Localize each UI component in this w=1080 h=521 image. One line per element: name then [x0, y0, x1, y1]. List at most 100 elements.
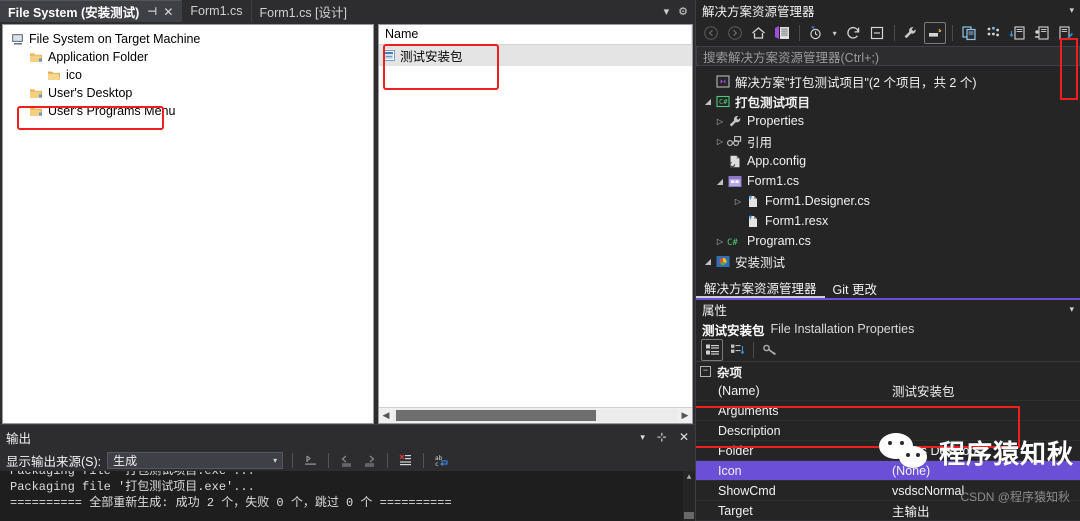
column-header-name[interactable]: Name: [379, 25, 692, 44]
scroll-up-icon[interactable]: ▲: [683, 471, 695, 482]
property-name: Icon: [718, 463, 742, 478]
forward-icon[interactable]: [725, 23, 745, 43]
output-source-value: 生成: [113, 453, 138, 468]
tree-node-ico[interactable]: ico: [7, 66, 373, 84]
list-item[interactable]: 测试安装包: [379, 45, 692, 66]
file-system-tree-pane[interactable]: File System on Target Machine Applicatio…: [2, 24, 374, 424]
tree-node-target-machine[interactable]: File System on Target Machine: [7, 30, 373, 48]
edit-icon[interactable]: [1055, 23, 1075, 43]
tab-file-system[interactable]: File System (安装测试) ⊣ ✕: [0, 0, 182, 22]
expander[interactable]: ◢: [702, 97, 714, 106]
divider: [387, 452, 389, 468]
close-icon[interactable]: ✕: [679, 430, 689, 444]
categorized-icon[interactable]: [701, 339, 723, 361]
refresh-icon[interactable]: [844, 23, 864, 43]
output-line: Packaging file '打包测试项目.exe'...: [10, 471, 255, 478]
collapse-toggle-icon[interactable]: −: [700, 366, 711, 377]
expander[interactable]: ▷: [714, 117, 726, 126]
tab-solution-explorer[interactable]: 解决方案资源管理器: [696, 278, 825, 298]
chevron-down-icon[interactable]: ▾: [640, 432, 645, 443]
navigate-next-icon[interactable]: [361, 452, 378, 469]
output-lines: Packaging file '打包测试项目.exe'... Packaging…: [0, 471, 683, 511]
tree-node-label: Application Folder: [48, 50, 149, 64]
chevron-down-icon[interactable]: ▾: [1069, 304, 1074, 315]
scroll-left-icon[interactable]: ◀: [379, 410, 393, 421]
scrollbar-thumb[interactable]: [396, 410, 596, 421]
property-value[interactable]: (None): [886, 464, 1080, 478]
close-icon[interactable]: ✕: [163, 5, 173, 19]
output-vertical-scrollbar[interactable]: ▲: [683, 471, 695, 521]
property-row-description[interactable]: Description: [696, 421, 1080, 441]
chevron-down-icon[interactable]: ▾: [664, 5, 670, 18]
expander[interactable]: ◢: [714, 177, 726, 186]
property-value[interactable]: 测试安装包: [886, 381, 1080, 400]
output-source-select[interactable]: 生成 ▾: [107, 451, 284, 469]
tree-node-application-folder[interactable]: Application Folder: [7, 48, 373, 66]
expander[interactable]: ◢: [702, 257, 714, 266]
solution-node-setup-project[interactable]: ◢ 安装测试: [696, 251, 1080, 271]
solution-node-references[interactable]: ▷ 引用: [696, 131, 1080, 151]
pin-icon[interactable]: ⊣: [147, 5, 157, 18]
tab-form1-cs-design[interactable]: Form1.cs [设计]: [250, 0, 356, 22]
word-wrap-icon[interactable]: ab c: [433, 452, 450, 469]
chevron-down-icon[interactable]: ▾: [1069, 5, 1074, 16]
file-list-pane[interactable]: Name 测试安装包 ◀ ▶: [378, 24, 693, 424]
file-list-header: Name: [379, 25, 692, 45]
collapse-all-icon[interactable]: [868, 23, 888, 43]
solution-node-properties[interactable]: ▷ Properties: [696, 111, 1080, 131]
solution-node-form1-designer-cs[interactable]: ▷ Form1.Designer.cs: [696, 191, 1080, 211]
solution-node-form1-resx[interactable]: Form1.resx: [696, 211, 1080, 231]
preview-selected-icon[interactable]: [983, 23, 1003, 43]
property-row-icon[interactable]: Icon (None): [696, 461, 1080, 481]
expander[interactable]: ▷: [732, 197, 744, 206]
scrollbar-track[interactable]: [393, 409, 678, 422]
output-window: 输出 ▾ ⊹ ✕ 显示输出来源(S): 生成 ▾ ab c Packaging …: [0, 38, 1078, 521]
pending-changes-icon[interactable]: [806, 23, 826, 43]
solution-node-program-cs[interactable]: ▷ C# Program.cs: [696, 231, 1080, 251]
property-row-arguments[interactable]: Arguments: [696, 401, 1080, 421]
solution-node-app-config[interactable]: App.config: [696, 151, 1080, 171]
tab-git-changes[interactable]: Git 更改: [825, 278, 885, 298]
expander[interactable]: ▷: [714, 237, 726, 246]
horizontal-scrollbar[interactable]: ◀ ▶: [379, 407, 692, 423]
solution-node-label: 引用: [747, 135, 773, 150]
folder-icon: [30, 106, 42, 116]
solution-node-root[interactable]: 解决方案"打包测试项目"(2 个项目，共 2 个): [696, 71, 1080, 91]
list-item-label: 测试安装包: [400, 50, 463, 64]
properties-wrench-icon[interactable]: [901, 23, 921, 43]
chevron-down-icon[interactable]: ▾: [273, 456, 282, 465]
property-pages-icon[interactable]: [760, 340, 780, 360]
installer-file-icon: [383, 50, 395, 61]
expander[interactable]: ▷: [714, 137, 726, 146]
pin-icon[interactable]: ⊹: [657, 430, 667, 444]
property-value[interactable]: User's Desktop: [886, 444, 1080, 458]
show-all-files-icon[interactable]: [924, 22, 947, 44]
dropdown-icon[interactable]: ▾: [830, 23, 840, 43]
clear-all-icon[interactable]: [302, 452, 319, 469]
file-list-body[interactable]: 测试安装包: [379, 44, 692, 407]
home-icon[interactable]: [749, 23, 769, 43]
copy-icon[interactable]: [959, 23, 979, 43]
properties-category[interactable]: − 杂项: [696, 362, 1080, 381]
property-name: Folder: [718, 443, 754, 458]
scrollbar-thumb[interactable]: [684, 512, 694, 519]
new-folder-icon[interactable]: [1007, 23, 1027, 43]
solution-explorer-icon[interactable]: [773, 23, 793, 43]
divider: [893, 25, 895, 41]
output-text-area[interactable]: Packaging file '打包测试项目.exe'... Packaging…: [0, 471, 695, 521]
tree-node-users-programs-menu[interactable]: User's Programs Menu: [7, 102, 373, 120]
gear-icon[interactable]: ⚙: [678, 5, 688, 18]
add-user-icon[interactable]: [1031, 23, 1051, 43]
navigate-previous-icon[interactable]: [338, 452, 355, 469]
tab-form1-cs[interactable]: Form1.cs: [181, 0, 251, 22]
scroll-right-icon[interactable]: ▶: [678, 410, 692, 421]
solution-node-project[interactable]: ◢ C# 打包测试项目: [696, 91, 1080, 111]
property-row-folder[interactable]: Folder User's Desktop: [696, 441, 1080, 461]
property-row-name[interactable]: (Name) 测试安装包: [696, 381, 1080, 401]
tree-node-users-desktop[interactable]: User's Desktop: [7, 84, 373, 102]
solution-node-form1-cs[interactable]: ◢ Form1.cs: [696, 171, 1080, 191]
clear-output-icon[interactable]: [397, 452, 414, 469]
solution-explorer-search[interactable]: 搜索解决方案资源管理器(Ctrl+;): [696, 46, 1080, 66]
alphabetical-icon[interactable]: [727, 340, 747, 360]
back-icon[interactable]: [701, 23, 721, 43]
